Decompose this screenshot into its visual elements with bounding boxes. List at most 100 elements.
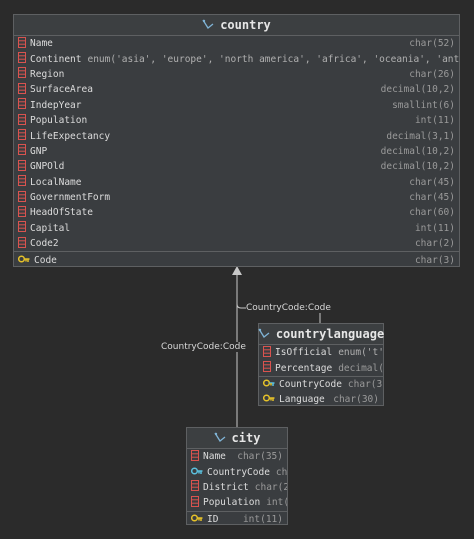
- column-row[interactable]: CountryCode char(3): [187, 464, 287, 479]
- column-type: char(2): [414, 238, 455, 250]
- column-row[interactable]: Population int(11): [14, 113, 459, 128]
- column-name: Language: [279, 394, 325, 406]
- column-row[interactable]: Region char(26): [14, 67, 459, 82]
- primary-key-icon: [190, 513, 203, 526]
- column-row[interactable]: Code2 char(2): [14, 236, 459, 251]
- column-name: ID: [207, 513, 219, 525]
- column-name: Population: [30, 115, 88, 127]
- column-row[interactable]: LocalName char(45): [14, 175, 459, 190]
- column-name: Name: [203, 451, 226, 463]
- column-type: char(30): [333, 394, 379, 406]
- table-icon: [202, 18, 214, 33]
- column-row[interactable]: Capital int(11): [14, 221, 459, 236]
- column-type: int(11): [242, 513, 283, 525]
- column-type: char(3): [347, 378, 383, 390]
- column-name: IndepYear: [30, 99, 82, 111]
- table-city[interactable]: city Name char(35) CountryCode char(3) Distri…: [186, 427, 288, 525]
- column-name: GNP: [30, 145, 48, 157]
- table-header[interactable]: countrylanguage: [258, 324, 385, 345]
- foreign-key-icon: [190, 466, 203, 479]
- column-name: GNPOld: [30, 161, 65, 173]
- column-icon: [191, 480, 199, 494]
- column-icon: [18, 82, 26, 97]
- column-type: int(11): [266, 497, 287, 509]
- column-enum-values: enum('t', 'f'): [338, 347, 383, 359]
- column-row[interactable]: Percentage decimal(4,1): [259, 360, 383, 375]
- column-type: decimal(10,2): [380, 161, 455, 173]
- column-icon: [18, 175, 26, 189]
- column-row[interactable]: GovernmentForm char(45): [14, 190, 459, 205]
- column-name: Region: [30, 68, 65, 80]
- column-type: decimal(4,1): [338, 362, 383, 374]
- key-row[interactable]: Code char(3): [14, 251, 459, 267]
- column-icon: [18, 67, 26, 81]
- relation-edge-countrylanguage-country[interactable]: [236, 272, 321, 324]
- column-icon: [191, 495, 199, 510]
- column-name: SurfaceArea: [30, 84, 93, 96]
- column-row[interactable]: Population int(11): [187, 495, 287, 510]
- column-name: District: [203, 481, 249, 493]
- column-type: decimal(3,1): [386, 130, 455, 142]
- column-row[interactable]: IsOfficial enum('t', 'f'): [259, 345, 383, 360]
- column-name: Code2: [30, 238, 59, 250]
- column-row[interactable]: IndepYear smallint(6): [14, 98, 459, 113]
- column-type: char(3): [275, 466, 287, 478]
- table-country[interactable]: country Name char(52) Continent enum('asia',…: [13, 14, 460, 267]
- table-header[interactable]: country: [14, 15, 459, 36]
- column-type: char(45): [409, 176, 455, 188]
- column-enum-values: enum('asia', 'europe', 'north america', …: [87, 53, 459, 65]
- column-row[interactable]: GNP decimal(10,2): [14, 144, 459, 159]
- column-icon: [18, 236, 26, 251]
- column-name: Code: [34, 254, 57, 266]
- column-name: Name: [30, 38, 53, 50]
- column-type: char(26): [409, 68, 455, 80]
- key-row[interactable]: ID int(11): [187, 510, 287, 527]
- column-name: Capital: [30, 222, 71, 234]
- column-row[interactable]: LifeExpectancy decimal(3,1): [14, 128, 459, 143]
- column-type: decimal(10,2): [380, 84, 455, 96]
- column-icon: [18, 159, 26, 174]
- column-icon: [263, 361, 271, 375]
- column-icon: [18, 190, 26, 205]
- column-row[interactable]: Name char(52): [14, 36, 459, 51]
- relation-label-countrylanguage: CountryCode:Code: [246, 303, 331, 313]
- column-icon: [263, 345, 271, 360]
- column-icon: [18, 205, 26, 220]
- table-title: city: [231, 431, 261, 445]
- column-row[interactable]: SurfaceArea decimal(10,2): [14, 82, 459, 97]
- column-type: int(11): [414, 115, 455, 127]
- column-name: Population: [203, 497, 261, 509]
- column-name: LocalName: [30, 176, 82, 188]
- table-title: country: [220, 18, 271, 32]
- column-row[interactable]: Name char(35): [187, 449, 287, 464]
- table-title: countrylanguage: [275, 327, 385, 341]
- column-icon: [191, 449, 199, 464]
- key-row[interactable]: CountryCode char(3): [259, 375, 383, 392]
- column-type: char(45): [409, 192, 455, 204]
- column-type: smallint(6): [392, 99, 455, 111]
- table-header[interactable]: city: [187, 428, 287, 449]
- column-row[interactable]: GNPOld decimal(10,2): [14, 159, 459, 174]
- column-icon: [18, 36, 26, 51]
- column-type: decimal(10,2): [380, 145, 455, 157]
- column-name: CountryCode: [279, 378, 342, 390]
- table-icon: [213, 431, 226, 446]
- table-icon: [258, 327, 270, 342]
- column-name: Continent: [30, 53, 82, 65]
- column-row[interactable]: District char(20): [187, 480, 287, 495]
- column-row[interactable]: Continent enum('asia', 'europe', 'north a…: [14, 51, 459, 66]
- primary-key-icon: [17, 254, 30, 267]
- column-type: int(11): [414, 222, 455, 234]
- column-type: char(20): [254, 481, 287, 493]
- relation-label-city: CountryCode:Code: [161, 342, 246, 352]
- primary-foreign-key-icon: [262, 378, 275, 391]
- column-name: LifeExpectancy: [30, 130, 111, 142]
- primary-key-icon: [262, 393, 275, 406]
- key-row[interactable]: Language char(30): [259, 392, 383, 407]
- column-icon: [18, 221, 26, 235]
- column-type: char(3): [414, 254, 455, 266]
- table-countrylanguage[interactable]: countrylanguage IsOfficial enum('t', 'f')P…: [258, 323, 384, 406]
- column-name: CountryCode: [207, 466, 270, 478]
- column-name: IsOfficial: [275, 347, 333, 359]
- column-row[interactable]: HeadOfState char(60): [14, 205, 459, 220]
